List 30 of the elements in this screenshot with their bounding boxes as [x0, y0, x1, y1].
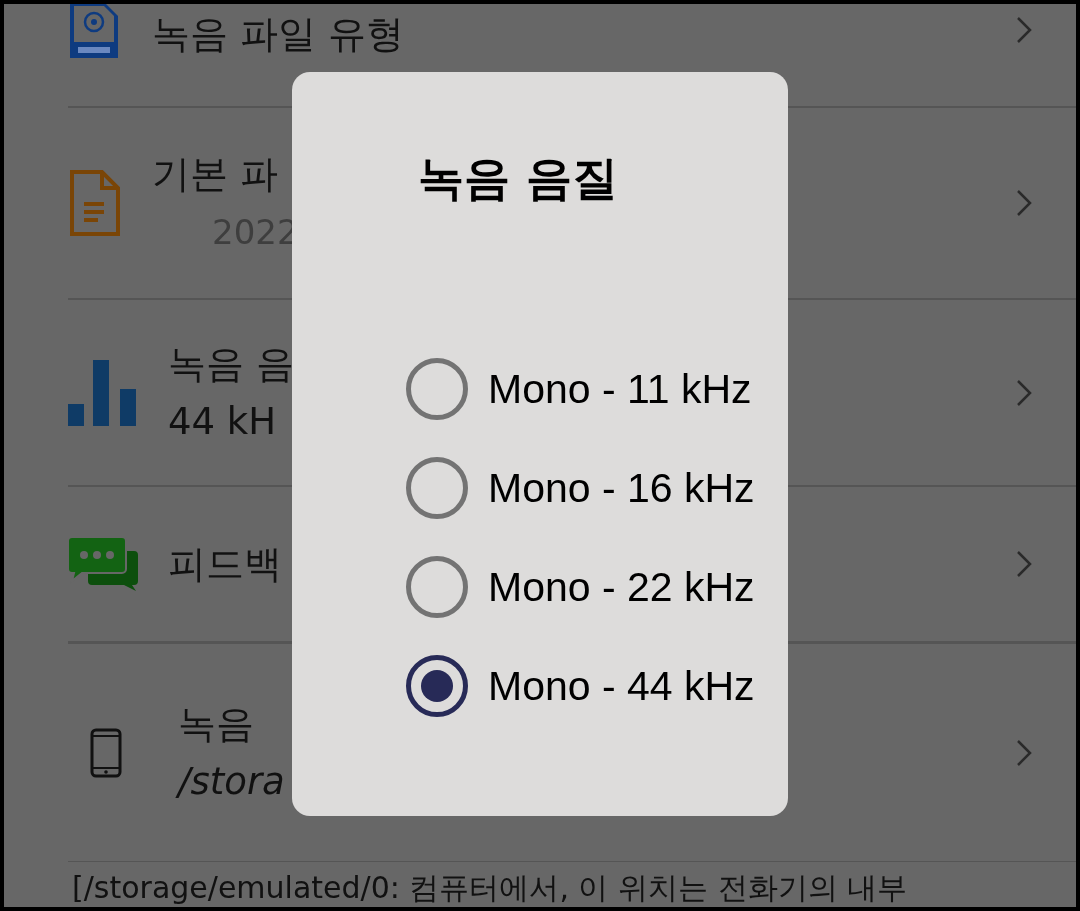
radio-option[interactable]: Mono - 16 kHz — [406, 457, 755, 519]
phone-icon — [90, 727, 122, 778]
setting-value: 44 kH — [168, 398, 277, 445]
option-label: Mono - 22 kHz — [488, 563, 755, 611]
setting-title: 녹음 파일 유형 — [152, 11, 405, 58]
chevron-icon — [1016, 738, 1032, 767]
bar-chart-icon — [68, 359, 136, 426]
radio-button[interactable] — [406, 655, 468, 717]
radio-option[interactable]: Mono - 11 kHz — [406, 358, 752, 420]
radio-option[interactable]: Mono - 22 kHz — [406, 556, 755, 618]
option-label: Mono - 44 kHz — [488, 662, 755, 710]
storage-note: [/storage/emulated/0: 컴퓨터에서, 이 위치는 전화기의 내부 — [72, 869, 909, 907]
radio-button[interactable] — [406, 358, 468, 420]
chat-bubbles-icon — [68, 537, 138, 591]
option-label: Mono - 16 kHz — [488, 464, 755, 512]
chevron-icon — [1016, 189, 1032, 217]
dialog-title: 녹음 음질 — [418, 150, 618, 207]
option-label: Mono - 11 kHz — [488, 365, 752, 413]
mp3-file-icon — [68, 4, 120, 60]
radio-option[interactable]: Mono - 44 kHz — [406, 655, 755, 717]
setting-title: 피드백 — [168, 541, 282, 588]
radio-button[interactable] — [406, 457, 468, 519]
document-icon — [70, 170, 120, 236]
radio-button[interactable] — [406, 556, 468, 618]
setting-title: 녹음 — [178, 700, 254, 748]
chevron-icon — [1016, 550, 1032, 578]
chevron-icon — [1016, 16, 1032, 44]
setting-title: 녹음 음 — [168, 340, 295, 388]
setting-title: 기본 파 — [152, 151, 279, 198]
chevron-icon — [1016, 378, 1032, 407]
